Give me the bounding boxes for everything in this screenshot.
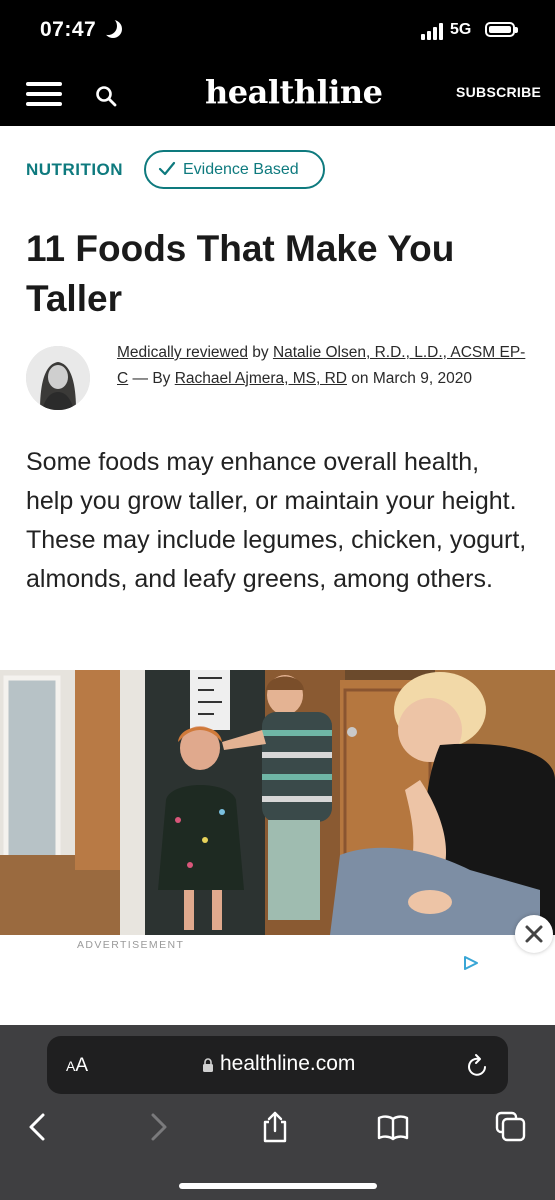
battery-icon [485, 22, 518, 37]
moon-icon [99, 17, 122, 38]
publish-date: March 9, 2020 [372, 370, 472, 387]
url-text: healthline.com [220, 1052, 356, 1075]
aa-large-glyph: A [75, 1055, 89, 1076]
hero-image [0, 670, 555, 935]
signal-icon [421, 22, 447, 40]
checkmark-icon [158, 161, 176, 176]
category-link[interactable]: NUTRITION [26, 160, 123, 180]
back-icon[interactable] [21, 1110, 55, 1144]
share-icon[interactable] [258, 1110, 292, 1144]
badge-label: Evidence Based [183, 161, 299, 178]
close-ad-button[interactable] [515, 915, 553, 953]
menu-icon[interactable] [26, 82, 62, 106]
author-link[interactable]: Rachael Ajmera, MS, RD [175, 370, 347, 387]
byline-sep-text: — By [128, 370, 175, 387]
article-summary: Some foods may enhance overall health, h… [26, 448, 527, 593]
ad-label: ADVERTISEMENT [77, 939, 185, 951]
home-indicator [179, 1183, 377, 1189]
status-bar: 07:47 5G [0, 0, 555, 62]
subscribe-button[interactable]: SUBSCRIBE [456, 84, 541, 100]
reload-icon[interactable] [467, 1053, 489, 1077]
text-size-button[interactable]: AA [66, 1055, 88, 1077]
adchoices-icon[interactable] [463, 955, 479, 971]
status-time: 07:47 [40, 18, 97, 41]
search-icon[interactable] [94, 84, 118, 108]
evidence-badge[interactable]: Evidence Based [144, 150, 325, 189]
forward-icon[interactable] [141, 1110, 175, 1144]
byline-by-text: by [247, 344, 273, 361]
lock-icon [203, 1058, 213, 1072]
aa-small-glyph: A [66, 1058, 76, 1074]
medically-reviewed-link[interactable]: Medically reviewed [117, 344, 248, 361]
article-title: 11 Foods That Make You Taller [26, 228, 455, 319]
bookmarks-icon[interactable] [376, 1110, 410, 1144]
site-logo[interactable]: healthline [205, 73, 383, 111]
site-header: healthline SUBSCRIBE [0, 62, 555, 126]
close-icon [525, 925, 543, 943]
byline: Medically reviewed by Natalie Olsen, R.D… [117, 340, 527, 392]
reviewer-avatar [26, 346, 90, 410]
byline-on-text: on [347, 370, 373, 387]
network-type: 5G [450, 21, 472, 38]
tabs-icon[interactable] [494, 1110, 528, 1144]
address-bar[interactable]: AA healthline.com [47, 1036, 508, 1094]
advertisement-slot[interactable]: ADVERTISEMENT [0, 935, 555, 1025]
